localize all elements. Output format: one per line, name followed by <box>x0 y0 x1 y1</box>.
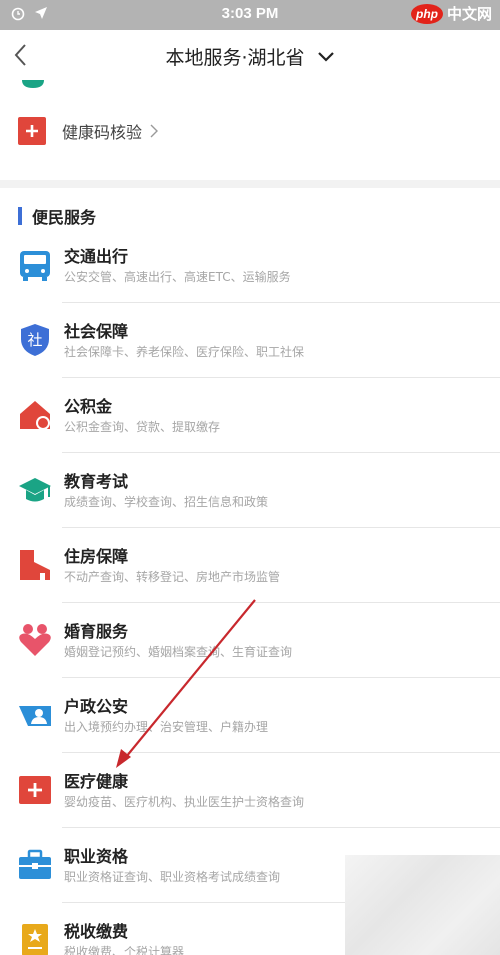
service-desc: 婴幼疫苗、医疗机构、执业医生护士资格查询 <box>64 795 305 809</box>
service-item-housing-fund[interactable]: 公积金 公积金查询、贷款、提取缴存 <box>0 378 500 453</box>
nav-bar: 本地服务·湖北省 <box>0 30 500 80</box>
service-title: 公积金 <box>64 397 113 416</box>
service-desc: 职业资格证查询、职业资格考试成绩查询 <box>64 870 281 884</box>
blurred-watermark-area <box>345 855 500 955</box>
status-bar: 3:03 PM php 中文网 <box>0 0 500 30</box>
service-item-social-security[interactable]: 社 社会保障 社会保障卡、养老保险、医疗保险、职工社保 <box>0 303 500 378</box>
graduation-cap-icon <box>19 478 51 502</box>
tax-document-icon <box>22 924 48 955</box>
medical-cross-icon <box>19 776 51 804</box>
health-code-verify-label: 健康码核验 <box>62 123 143 142</box>
heart-people-icon <box>19 624 51 656</box>
convenience-services-card: 便民服务 交通出行 公安交管、高速出行、高速ETC、运输服务 社 社会保障 社会… <box>0 188 500 955</box>
service-desc: 公积金查询、贷款、提取缴存 <box>64 420 221 434</box>
service-title: 教育考试 <box>64 472 129 491</box>
service-desc: 不动产查询、转移登记、房地产市场监管 <box>64 570 281 584</box>
service-item-education[interactable]: 教育考试 成绩查询、学校查询、招生信息和政策 <box>0 453 500 528</box>
service-desc: 成绩查询、学校查询、招生信息和政策 <box>64 495 269 509</box>
top-card: 健康码核验 <box>0 80 500 180</box>
service-item-marriage-birth[interactable]: 婚育服务 婚姻登记预约、婚姻档案查询、生育证查询 <box>0 603 500 678</box>
service-item-housing[interactable]: 住房保障 不动产查询、转移登记、房地产市场监管 <box>0 528 500 603</box>
service-title: 税收缴费 <box>64 922 129 941</box>
health-code-verify-item[interactable]: 健康码核验 <box>18 115 159 147</box>
service-title: 户政公安 <box>64 697 129 716</box>
service-item-public-security[interactable]: 户政公安 出入境预约办理、治安管理、户籍办理 <box>0 678 500 753</box>
watermark-logo: php <box>410 3 443 24</box>
shield-icon: 社 <box>21 324 49 356</box>
service-item-medical-health[interactable]: 医疗健康 婴幼疫苗、医疗机构、执业医生护士资格查询 <box>0 753 500 828</box>
bus-icon <box>20 251 50 281</box>
service-desc: 婚姻登记预约、婚姻档案查询、生育证查询 <box>64 645 293 659</box>
chevron-right-icon <box>150 124 159 138</box>
service-title: 婚育服务 <box>64 622 129 641</box>
service-desc: 出入境预约办理、治安管理、户籍办理 <box>64 720 269 734</box>
id-card-icon <box>19 706 51 726</box>
service-desc: 公安交管、高速出行、高速ETC、运输服务 <box>64 270 291 284</box>
service-title: 交通出行 <box>64 247 129 266</box>
region-selector[interactable]: 本地服务·湖北省 <box>0 43 500 70</box>
watermark: php 中文网 <box>410 3 492 24</box>
section-accent-bar <box>18 207 22 225</box>
house-fund-icon <box>20 401 50 430</box>
page-title: 本地服务·湖北省 <box>165 47 305 69</box>
building-icon <box>20 550 50 580</box>
chevron-down-icon <box>317 51 334 62</box>
service-title: 医疗健康 <box>64 772 129 791</box>
medical-cross-icon <box>18 117 46 145</box>
service-title: 职业资格 <box>64 847 129 866</box>
service-item-transport[interactable]: 交通出行 公安交管、高速出行、高速ETC、运输服务 <box>0 228 500 303</box>
partial-service-icon <box>22 80 44 88</box>
svg-text:社: 社 <box>27 331 42 349</box>
service-desc: 税收缴费、个税计算器 <box>64 945 185 955</box>
briefcase-icon <box>19 849 51 879</box>
service-title: 住房保障 <box>64 547 129 566</box>
section-title: 便民服务 <box>32 208 97 227</box>
section-header: 便民服务 <box>18 204 96 228</box>
service-desc: 社会保障卡、养老保险、医疗保险、职工社保 <box>64 345 305 359</box>
service-title: 社会保障 <box>64 322 129 341</box>
watermark-text: 中文网 <box>446 5 492 23</box>
